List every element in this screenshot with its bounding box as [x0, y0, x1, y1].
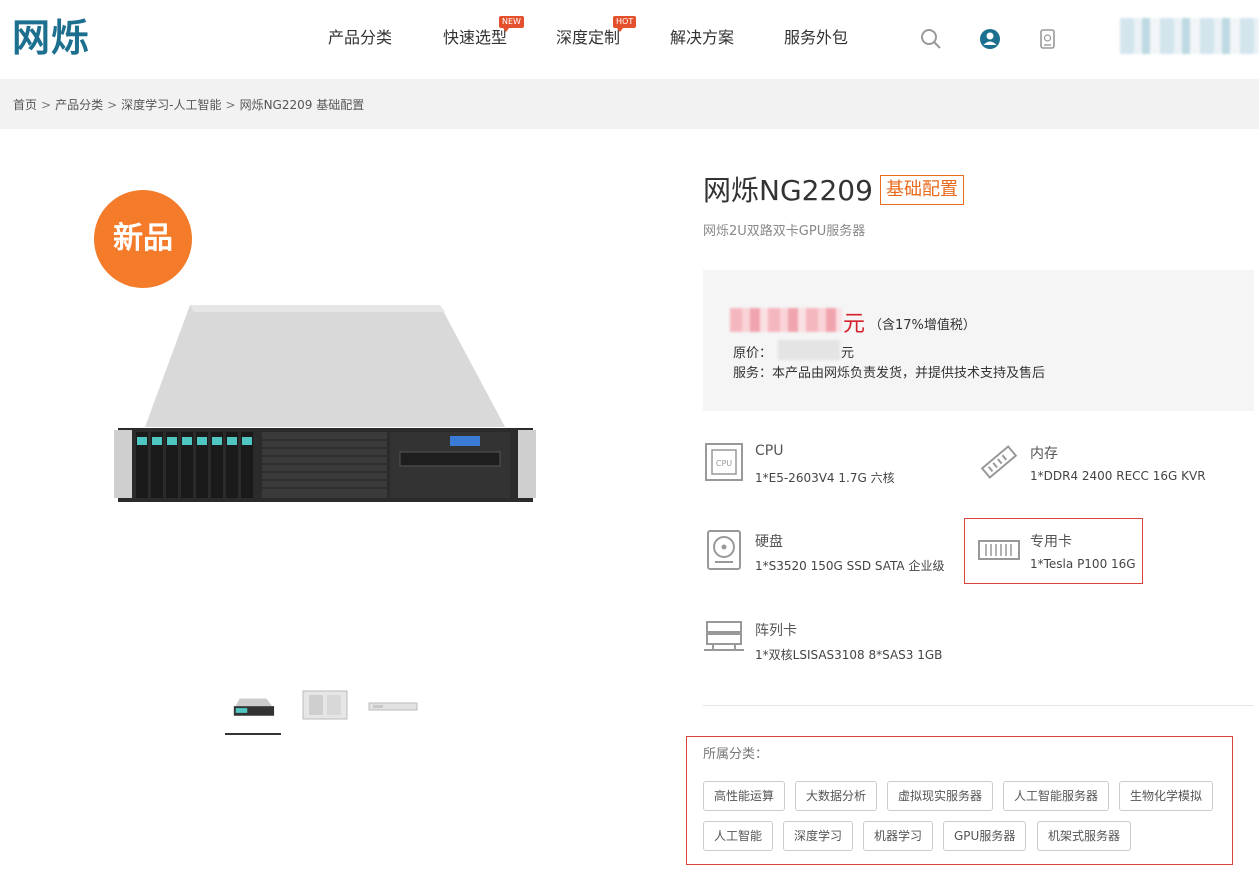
blurred-price [730, 308, 842, 332]
breadcrumb-product-categories[interactable]: 产品分类 [55, 98, 103, 112]
site-logo[interactable]: 网烁 [12, 16, 90, 60]
nav-item-solutions[interactable]: 解决方案 [670, 28, 734, 48]
category-tag[interactable]: 生物化学模拟 [1119, 781, 1214, 811]
blurred-contact [1120, 18, 1259, 54]
spec-label: CPU [755, 443, 784, 459]
phone-icon[interactable] [1037, 28, 1059, 50]
price-tax-note: （含17%增值税） [869, 318, 976, 333]
category-tag[interactable]: 大数据分析 [795, 781, 878, 811]
spec-label: 阵列卡 [755, 623, 797, 639]
nav-label: 解决方案 [670, 28, 735, 47]
hard-disk-icon [707, 530, 741, 570]
spec-value: 1*E5-2603V4 1.7G 六核 [755, 471, 895, 485]
category-tag[interactable]: 机器学习 [863, 821, 934, 851]
new-badge: NEW [499, 16, 524, 32]
server-product-image [114, 305, 536, 502]
nav-item-outsourcing[interactable]: 服务外包 [784, 28, 848, 48]
spec-value: 1*双核LSISAS3108 8*SAS3 1GB [755, 648, 943, 662]
nav-label: 快速选型 [443, 28, 508, 47]
cpu-icon: CPU [705, 443, 743, 481]
category-tag[interactable]: 人工智能服务器 [1003, 781, 1110, 811]
original-price-unit: 元 [841, 346, 855, 361]
section-divider [703, 705, 1254, 706]
breadcrumb-bar: 首页 > 产品分类 > 深度学习-人工智能 > 网烁NG2209 基础配置 [0, 79, 1259, 129]
nav-item-deep-customization[interactable]: 深度定制 HOT [556, 16, 637, 48]
breadcrumb-current: 网烁NG2209 基础配置 [239, 98, 365, 112]
spec-label: 内存 [1030, 446, 1058, 462]
nav-item-quick-selection[interactable]: 快速选型 NEW [443, 16, 524, 48]
service-note: 服务：本产品由网烁负责发货，并提供技术支持及售后 [733, 366, 1046, 381]
nav-label: 产品分类 [328, 28, 393, 47]
breadcrumb-separator: > [225, 98, 236, 112]
breadcrumb: 首页 > 产品分类 > 深度学习-人工智能 > 网烁NG2209 基础配置 [13, 96, 364, 113]
thumbnail-front[interactable] [225, 687, 281, 735]
hot-badge: HOT [613, 16, 637, 32]
nav-label: 服务外包 [784, 28, 849, 47]
category-tag[interactable]: GPU服务器 [943, 821, 1027, 851]
gpu-card-highlight [964, 518, 1143, 584]
category-tag[interactable]: 深度学习 [783, 821, 854, 851]
category-panel: 所属分类： 高性能运算 大数据分析 虚拟现实服务器 人工智能服务器 生物化学模拟… [686, 736, 1233, 865]
original-price-label: 原价： [733, 346, 773, 361]
breadcrumb-separator: > [107, 98, 118, 112]
product-title: 网烁NG2209 [703, 174, 873, 207]
category-tag[interactable]: 高性能运算 [703, 781, 786, 811]
nav-label: 深度定制 [556, 28, 621, 47]
product-subtitle: 网烁2U双路双卡GPU服务器 [703, 224, 866, 239]
raid-card-icon [704, 621, 744, 651]
nav-item-product-categories[interactable]: 产品分类 [328, 28, 392, 48]
category-tag[interactable]: 人工智能 [703, 821, 774, 851]
thumbnail-rear[interactable] [365, 687, 421, 735]
site-header: 网烁 产品分类 快速选型 NEW 深度定制 HOT 解决方案 服务外包 [0, 0, 1259, 79]
user-icon[interactable] [979, 28, 1001, 50]
svg-text:CPU: CPU [716, 459, 732, 468]
category-title: 所属分类： [703, 747, 769, 762]
spec-value: 1*S3520 150G SSD SATA 企业级 [755, 559, 945, 573]
category-tag[interactable]: 机架式服务器 [1037, 821, 1132, 851]
config-tag: 基础配置 [880, 175, 964, 205]
price-unit: 元 [843, 312, 866, 337]
breadcrumb-home[interactable]: 首页 [13, 98, 37, 112]
thumbnail-top[interactable] [297, 687, 353, 735]
spec-value: 1*DDR4 2400 RECC 16G KVR [1030, 469, 1206, 483]
search-icon[interactable] [920, 28, 942, 50]
blurred-original-price [778, 340, 840, 360]
spec-label: 硬盘 [755, 534, 783, 550]
price-panel: 元 （含17%增值税） 原价： 元 服务：本产品由网烁负责发货，并提供技术支持及… [703, 270, 1254, 411]
new-product-badge: 新品 [94, 190, 192, 288]
category-tag[interactable]: 虚拟现实服务器 [887, 781, 994, 811]
breadcrumb-deep-learning[interactable]: 深度学习-人工智能 [121, 98, 221, 112]
breadcrumb-separator: > [41, 98, 52, 112]
memory-icon [980, 445, 1018, 479]
